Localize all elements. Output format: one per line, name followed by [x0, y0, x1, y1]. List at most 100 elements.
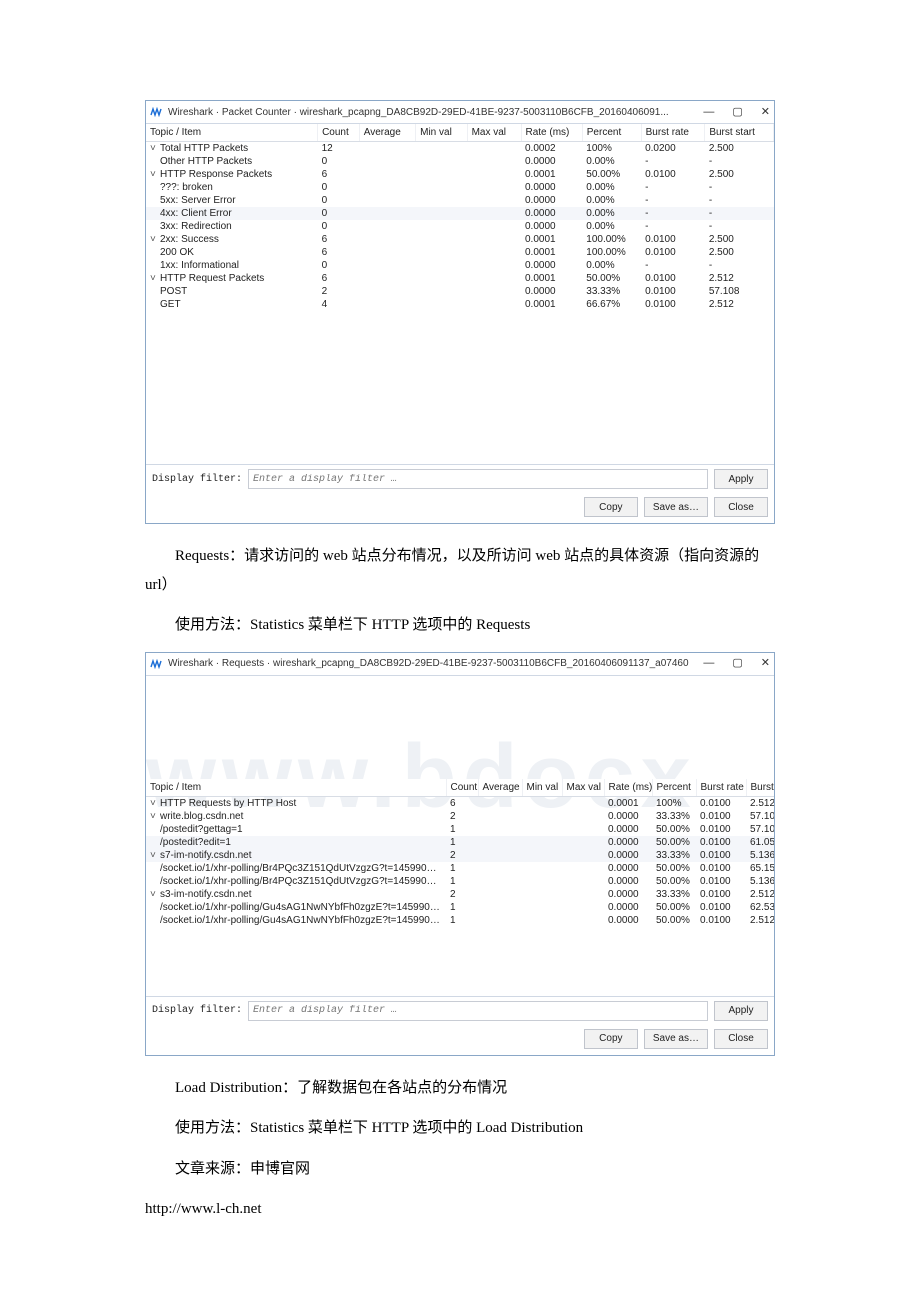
cell [467, 246, 521, 259]
cell: 0.00% [582, 155, 641, 168]
cell: 0 [318, 194, 360, 207]
table-row[interactable]: /socket.io/1/xhr-polling/Gu4sAG1NwNYbfFh… [146, 901, 774, 914]
cell: 50.00% [652, 914, 696, 927]
table-row[interactable]: ˅ 2xx: Success60.0001100.00%0.01002.500 [146, 233, 774, 246]
table-row[interactable]: /postedit?gettag=110.000050.00%0.010057.… [146, 823, 774, 836]
close-button2[interactable]: Close [714, 497, 768, 517]
expand-icon[interactable]: ˅ [150, 273, 160, 284]
expand-icon[interactable]: ˅ [150, 169, 160, 180]
table-row[interactable]: /socket.io/1/xhr-polling/Gu4sAG1NwNYbfFh… [146, 914, 774, 927]
cell: 0.0100 [696, 901, 746, 914]
cell: - [641, 207, 705, 220]
cell [416, 220, 467, 233]
expand-icon[interactable]: ˅ [150, 798, 160, 809]
cell: 0.0100 [696, 796, 746, 810]
cell [359, 285, 415, 298]
column-header[interactable]: Average [359, 124, 415, 142]
cell: 2 [446, 849, 478, 862]
table-row[interactable]: ˅ HTTP Request Packets60.000150.00%0.010… [146, 272, 774, 285]
table-row[interactable]: GET40.000166.67%0.01002.512 [146, 298, 774, 311]
close-button2[interactable]: Close [714, 1029, 768, 1049]
column-header[interactable]: Burst rate [696, 779, 746, 797]
table-row[interactable]: 1xx: Informational00.00000.00%-- [146, 259, 774, 272]
cell: 50.00% [652, 823, 696, 836]
table-row[interactable]: /socket.io/1/xhr-polling/Br4PQc3Z151QdUt… [146, 875, 774, 888]
column-header[interactable]: Topic / Item [146, 779, 446, 797]
table-row[interactable]: ˅ s3-im-notify.csdn.net20.000033.33%0.01… [146, 888, 774, 901]
minimize-button[interactable]: — [703, 658, 714, 669]
expand-icon[interactable]: ˅ [150, 234, 160, 245]
close-button[interactable]: ✕ [761, 107, 770, 118]
apply-button[interactable]: Apply [714, 469, 768, 489]
display-filter-input[interactable] [248, 1001, 708, 1021]
display-filter-input[interactable] [248, 469, 708, 489]
cell [562, 849, 604, 862]
column-header[interactable]: Rate (ms) [604, 779, 652, 797]
column-header[interactable]: Burst start [746, 779, 774, 797]
table-row[interactable]: /postedit?edit=110.000050.00%0.010061.05… [146, 836, 774, 849]
table-row[interactable]: 4xx: Client Error00.00000.00%-- [146, 207, 774, 220]
maximize-button[interactable]: ▢ [732, 107, 742, 118]
expand-icon[interactable]: ˅ [150, 850, 160, 861]
table-row[interactable]: Other HTTP Packets00.00000.00%-- [146, 155, 774, 168]
cell: - [641, 155, 705, 168]
cell: 1 [446, 901, 478, 914]
stats-table: Topic / ItemCountAverageMin valMax valRa… [146, 124, 774, 311]
cell: 0.0001 [521, 246, 582, 259]
cell [359, 220, 415, 233]
apply-button[interactable]: Apply [714, 1001, 768, 1021]
cell: 6 [318, 233, 360, 246]
cell [522, 901, 562, 914]
column-header[interactable]: Min val [522, 779, 562, 797]
table-row[interactable]: ???: broken00.00000.00%-- [146, 181, 774, 194]
column-header[interactable]: Max val [467, 124, 521, 142]
table-row[interactable]: 5xx: Server Error00.00000.00%-- [146, 194, 774, 207]
cell [416, 194, 467, 207]
table-row[interactable]: POST20.000033.33%0.010057.108 [146, 285, 774, 298]
cell [562, 914, 604, 927]
minimize-button[interactable]: — [703, 107, 714, 118]
expand-icon[interactable]: ˅ [150, 143, 160, 154]
copy-button[interactable]: Copy [584, 1029, 638, 1049]
column-header[interactable]: Topic / Item [146, 124, 318, 142]
cell: 0.00% [582, 259, 641, 272]
cell: 0.0000 [604, 901, 652, 914]
copy-button[interactable]: Copy [584, 497, 638, 517]
close-button[interactable]: ✕ [761, 658, 770, 669]
column-header[interactable]: Max val [562, 779, 604, 797]
table-row[interactable]: ˅ Total HTTP Packets120.0002100%0.02002.… [146, 142, 774, 156]
expand-icon[interactable]: ˅ [150, 889, 160, 900]
cell: 6 [318, 246, 360, 259]
cell [416, 207, 467, 220]
table-row[interactable]: 3xx: Redirection00.00000.00%-- [146, 220, 774, 233]
column-header[interactable]: Count [446, 779, 478, 797]
cell: 0.0200 [641, 142, 705, 156]
cell [359, 181, 415, 194]
table-row[interactable]: ˅ HTTP Requests by HTTP Host60.0001100%0… [146, 796, 774, 810]
saveas-button[interactable]: Save as… [644, 1029, 708, 1049]
cell: 0.0000 [521, 207, 582, 220]
column-header[interactable]: Burst rate [641, 124, 705, 142]
paragraph-source: 文章来源：申博官网 [145, 1155, 775, 1184]
expand-icon[interactable]: ˅ [150, 811, 160, 822]
column-header[interactable]: Burst start [705, 124, 774, 142]
column-header[interactable]: Percent [652, 779, 696, 797]
column-header[interactable]: Average [478, 779, 522, 797]
table-row[interactable]: /socket.io/1/xhr-polling/Br4PQc3Z151QdUt… [146, 862, 774, 875]
maximize-button[interactable]: ▢ [732, 658, 742, 669]
cell: 1 [446, 914, 478, 927]
cell [416, 285, 467, 298]
column-header[interactable]: Rate (ms) [521, 124, 582, 142]
cell [467, 298, 521, 311]
cell: 2.500 [705, 233, 774, 246]
table-row[interactable]: ˅ s7-im-notify.csdn.net20.000033.33%0.01… [146, 849, 774, 862]
cell: 50.00% [652, 875, 696, 888]
table-row[interactable]: 200 OK60.0001100.00%0.01002.500 [146, 246, 774, 259]
column-header[interactable]: Percent [582, 124, 641, 142]
saveas-button[interactable]: Save as… [644, 497, 708, 517]
table-row[interactable]: ˅ write.blog.csdn.net20.000033.33%0.0100… [146, 810, 774, 823]
table-row[interactable]: ˅ HTTP Response Packets60.000150.00%0.01… [146, 168, 774, 181]
cell [522, 796, 562, 810]
column-header[interactable]: Min val [416, 124, 467, 142]
column-header[interactable]: Count [318, 124, 360, 142]
